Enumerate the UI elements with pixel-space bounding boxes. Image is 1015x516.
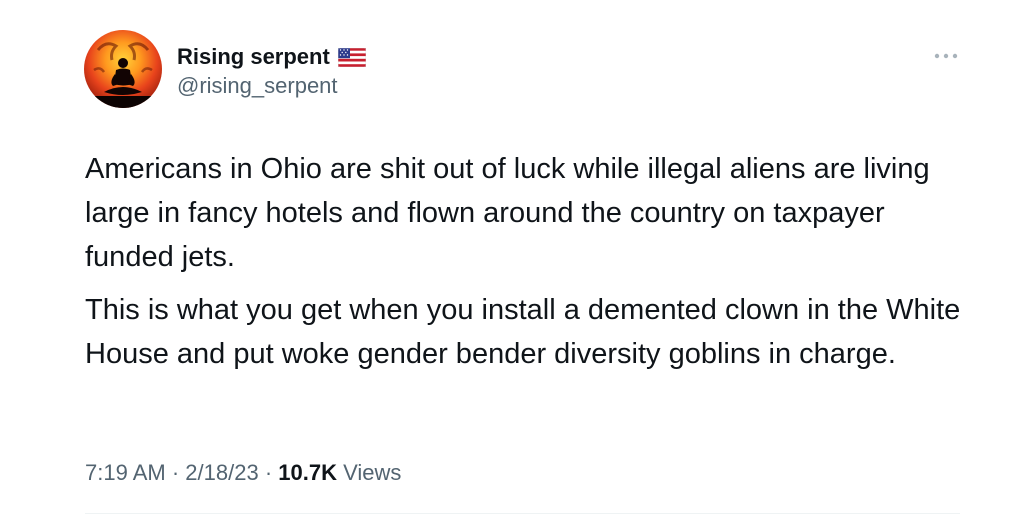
tweet-card: Rising serpent @rising_serpent Americans…	[0, 0, 1015, 516]
avatar[interactable]	[84, 30, 162, 108]
author-display-name[interactable]: Rising serpent	[177, 44, 330, 70]
tweet-text: Americans in Ohio are shit out of luck w…	[85, 147, 965, 376]
tweet-meta: 7:19 AM · 2/18/23 · 10.7K Views	[85, 460, 401, 486]
tweet-time[interactable]: 7:19 AM	[85, 460, 166, 485]
more-options-icon[interactable]	[930, 46, 962, 66]
author-name-row: Rising serpent	[177, 42, 367, 72]
author-handle[interactable]: @rising_serpent	[177, 73, 338, 99]
tweet-paragraph: Americans in Ohio are shit out of luck w…	[85, 153, 930, 273]
divider	[85, 513, 960, 514]
us-flag-icon	[337, 47, 367, 67]
meta-separator: ·	[171, 460, 180, 485]
views-count[interactable]: 10.7K	[278, 460, 337, 485]
tweet-date[interactable]: 2/18/23	[185, 460, 258, 485]
views-label: Views	[343, 460, 402, 485]
tweet-paragraph: This is what you get when you install a …	[85, 294, 961, 370]
meditating-figure-icon	[84, 42, 162, 108]
meta-separator: ·	[264, 460, 273, 485]
